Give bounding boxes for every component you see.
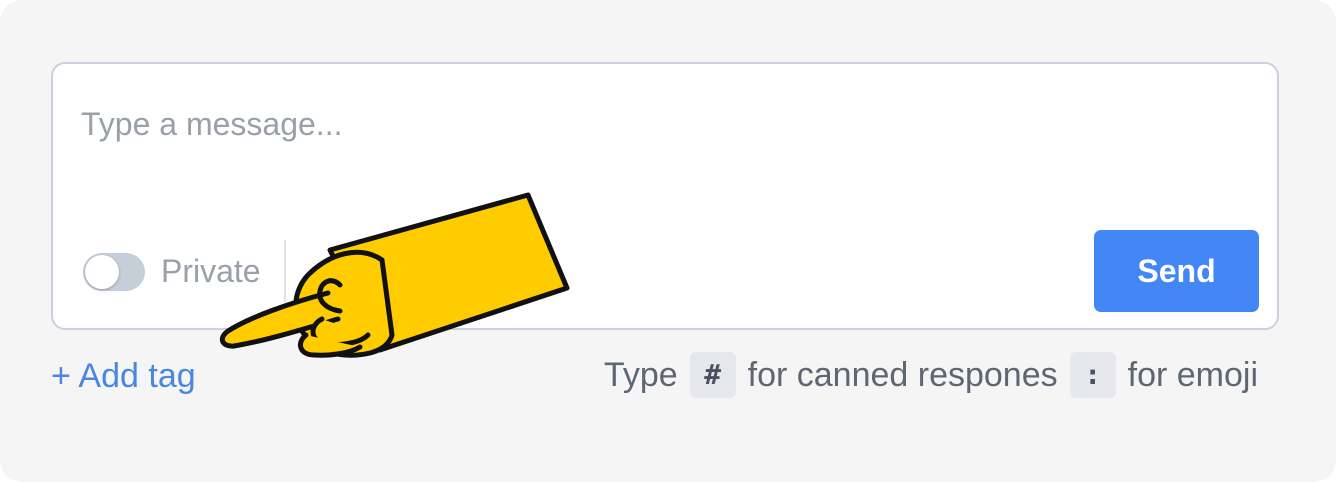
hint-prefix: Type: [603, 356, 678, 394]
message-composer: Private Send: [51, 62, 1279, 330]
hash-key-badge: #: [689, 352, 736, 398]
toggle-knob: [85, 255, 119, 289]
send-button[interactable]: Send: [1094, 230, 1259, 312]
private-toggle[interactable]: [83, 253, 145, 291]
shortcut-hint: Type # for canned respones : for emoji: [604, 351, 1258, 399]
hint-suffix: for emoji: [1127, 356, 1258, 394]
divider: [284, 240, 286, 302]
colon-key-badge: :: [1069, 352, 1116, 398]
hint-middle: for canned respones: [747, 356, 1058, 394]
composer-panel: Private Send + Add tag Type # for canned…: [0, 0, 1336, 482]
message-input[interactable]: [81, 94, 1081, 154]
private-label: Private: [161, 253, 261, 289]
add-tag-link[interactable]: + Add tag: [51, 354, 196, 398]
